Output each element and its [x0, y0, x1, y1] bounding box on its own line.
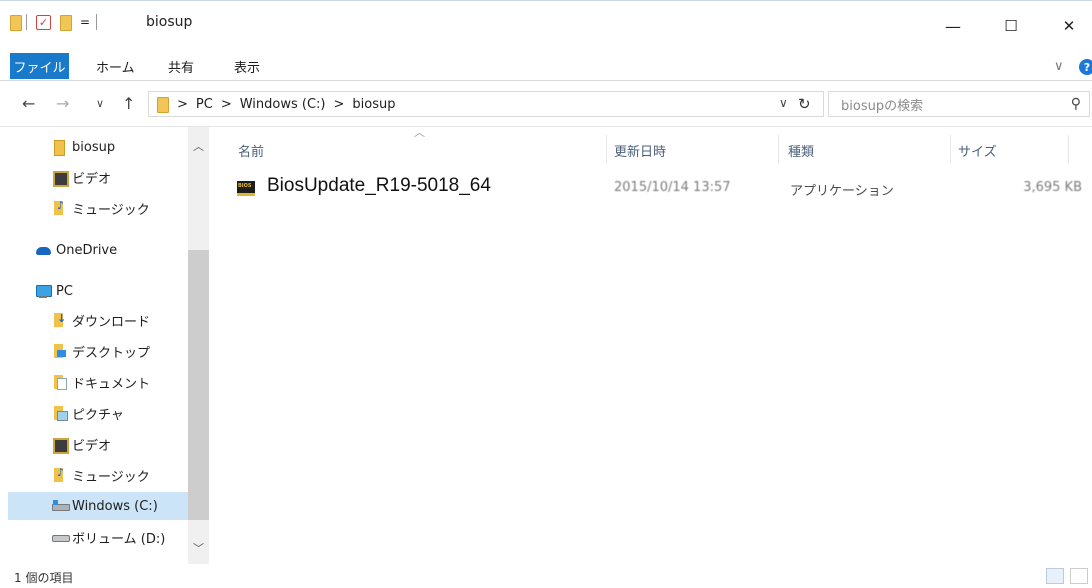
up-button[interactable]: ↑: [122, 94, 135, 113]
sidebar-item-label: ミュージック: [72, 469, 150, 485]
cloud-icon: [36, 243, 51, 257]
sidebar-item-desktop[interactable]: デスクトップ: [52, 337, 150, 365]
column-header-name[interactable]: 名前: [238, 141, 264, 160]
item-count: 1 個の項目: [14, 571, 74, 585]
column-header-size[interactable]: サイズ: [958, 141, 997, 160]
bios-exe-icon: [237, 181, 255, 196]
sidebar-item-pictures[interactable]: ピクチャ: [52, 399, 124, 427]
sidebar-item-label: OneDrive: [56, 242, 118, 258]
tab-file[interactable]: ファイル: [10, 53, 69, 79]
navigation-bar: ← → ∨ ↑ > PC > Windows (C:) > biosup ∨ ↻…: [0, 81, 1092, 127]
column-divider[interactable]: [606, 135, 607, 163]
large-icons-view-icon[interactable]: [1070, 568, 1088, 584]
sidebar-item-label: ピクチャ: [72, 407, 124, 423]
sidebar-item-label: ドキュメント: [72, 376, 151, 392]
window-title: biosup: [146, 14, 193, 30]
sidebar-item-downloads[interactable]: ダウンロード: [52, 306, 150, 334]
sidebar-item-onedrive[interactable]: OneDrive: [36, 236, 117, 264]
sidebar-item-label: biosup: [72, 139, 116, 155]
folder-icon: [52, 140, 66, 156]
tab-view[interactable]: 表示: [234, 54, 260, 78]
column-header-type[interactable]: 種類: [788, 141, 814, 160]
sidebar-item-label: ビデオ: [72, 438, 112, 454]
scrollbar-thumb[interactable]: [188, 250, 209, 520]
close-button[interactable]: ✕: [1054, 15, 1084, 37]
ribbon-tabs: ファイル ホーム 共有 表示 ∨ ?: [0, 50, 1092, 81]
navigation-pane: biosup ビデオ ミュージック OneDrive PC ダウンロード デスク…: [0, 127, 210, 564]
back-button[interactable]: ←: [22, 94, 35, 113]
sidebar-item-label: ビデオ: [72, 171, 112, 187]
sidebar-item-label: ボリューム (D:): [72, 531, 166, 547]
sidebar-item-label: ミュージック: [72, 202, 150, 218]
breadcrumb-separator-icon: >: [177, 96, 188, 112]
quick-access-menu-icon[interactable]: =: [80, 12, 90, 32]
pc-icon: [36, 284, 52, 298]
documents-icon: [52, 375, 67, 390]
sidebar-item-music[interactable]: ミュージック: [52, 194, 150, 222]
video-icon: [52, 437, 69, 454]
help-icon[interactable]: ?: [1079, 59, 1092, 75]
sidebar-item-videos-pc[interactable]: ビデオ: [52, 430, 111, 458]
breadcrumb-biosup[interactable]: biosup: [352, 97, 395, 112]
title-divider: [96, 12, 97, 32]
sidebar-item-label: PC: [56, 283, 73, 299]
music-icon: [52, 199, 66, 215]
sidebar-item-label: デスクトップ: [72, 345, 151, 361]
recent-locations-button[interactable]: ∨: [96, 97, 104, 110]
breadcrumb-windows-c[interactable]: Windows (C:): [240, 97, 326, 112]
column-divider[interactable]: [1068, 135, 1069, 163]
file-list: ︿ 名前 更新日時 種類 サイズ BiosUpdate_R19-5018_64 …: [210, 126, 1092, 564]
drive-icon: [52, 499, 70, 513]
sidebar-item-label: Windows (C:): [72, 498, 158, 514]
properties-check-icon[interactable]: ✓: [36, 12, 51, 32]
sort-ascending-icon: ︿: [414, 126, 425, 139]
title-bar: ✓ = biosup — ☐ ✕: [0, 0, 1092, 50]
scroll-down-icon[interactable]: ﹀: [193, 540, 204, 556]
sidebar-item-windows-c[interactable]: Windows (C:): [8, 492, 188, 520]
sidebar-item-documents[interactable]: ドキュメント: [52, 368, 150, 396]
minimize-button[interactable]: —: [938, 15, 968, 37]
sidebar-item-videos[interactable]: ビデオ: [52, 163, 111, 191]
breadcrumb-pc[interactable]: PC: [196, 97, 213, 112]
sidebar-item-music-pc[interactable]: ミュージック: [52, 461, 150, 489]
download-icon: [52, 312, 66, 327]
window-folder-icon: [8, 12, 22, 32]
refresh-button[interactable]: ↻: [798, 95, 811, 113]
column-divider[interactable]: [950, 135, 951, 163]
forward-button[interactable]: →: [56, 94, 69, 113]
video-icon: [52, 170, 69, 187]
drive-icon: [52, 530, 70, 544]
qa-divider: [26, 12, 27, 32]
maximize-button[interactable]: ☐: [996, 15, 1026, 37]
column-divider[interactable]: [778, 135, 779, 163]
file-name: BiosUpdate_R19-5018_64: [267, 175, 491, 196]
sidebar-item-volume-d[interactable]: ボリューム (D:): [52, 523, 165, 551]
column-header-modified[interactable]: 更新日時: [614, 141, 666, 160]
desktop-icon: [52, 344, 66, 358]
search-placeholder: biosupの検索: [841, 98, 924, 114]
search-icon: ⚲: [1070, 96, 1081, 112]
address-bar[interactable]: > PC > Windows (C:) > biosup: [148, 91, 824, 117]
address-folder-icon: [155, 97, 169, 113]
music-icon: [52, 466, 66, 482]
tab-share[interactable]: 共有: [168, 54, 194, 78]
pictures-icon: [52, 406, 68, 421]
file-modified-date: 2015/10/14 13:57: [614, 180, 731, 195]
sidebar-item-label: ダウンロード: [72, 314, 151, 330]
breadcrumb-separator-icon: >: [333, 96, 345, 112]
scroll-up-icon[interactable]: ︿: [193, 138, 204, 154]
breadcrumb-separator-icon: >: [220, 96, 232, 112]
status-bar: 1 個の項目: [0, 564, 1092, 588]
sidebar-item-biosup[interactable]: biosup: [52, 133, 115, 161]
new-folder-icon[interactable]: [58, 12, 72, 32]
details-view-icon[interactable]: [1046, 568, 1064, 584]
table-row[interactable]: BiosUpdate_R19-5018_64 2015/10/14 13:57 …: [230, 173, 1092, 203]
file-type: アプリケーション: [790, 184, 894, 199]
ribbon-expand-icon[interactable]: ∨: [1054, 54, 1064, 78]
sidebar-item-pc[interactable]: PC: [36, 277, 73, 305]
tab-home[interactable]: ホーム: [96, 54, 135, 78]
search-input[interactable]: biosupの検索 ⚲: [828, 91, 1090, 117]
address-dropdown-icon[interactable]: ∨: [779, 96, 788, 110]
file-size: 3,695 KB: [1023, 180, 1082, 195]
